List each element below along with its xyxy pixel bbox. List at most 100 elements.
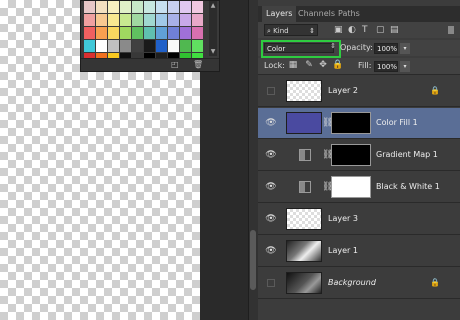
layer-name[interactable]: Background [328,277,376,289]
color-swatch[interactable] [144,27,155,39]
layer-row[interactable]: 👁 Layer 1 [258,236,460,267]
color-swatch[interactable] [96,40,107,52]
color-swatch[interactable] [180,14,191,26]
search-icon: ⌕ [267,27,271,35]
color-swatch[interactable] [192,40,203,52]
color-swatch[interactable] [144,14,155,26]
lock-brush-icon[interactable]: ✎ [304,60,314,70]
layer-name[interactable]: Black & White 1 [376,181,440,193]
color-swatch[interactable] [156,14,167,26]
lock-move-icon[interactable]: ✥ [318,60,328,70]
layer-mask-thumbnail[interactable] [331,144,371,166]
color-swatch[interactable] [168,1,179,13]
lock-row: Lock: ▦ ✎ ✥ 🔒 Fill: 100% ▾ [258,58,460,75]
color-swatch[interactable] [96,14,107,26]
color-swatch[interactable] [84,1,95,13]
lock-all-icon[interactable]: 🔒 [332,60,343,70]
swatches-scrollbar[interactable]: ▲ ▼ [209,1,217,56]
layer-mask-thumbnail[interactable] [331,176,371,198]
color-swatch[interactable] [144,40,155,52]
color-swatch[interactable] [84,40,95,52]
scroll-up-icon[interactable]: ▲ [210,2,216,9]
color-swatch[interactable] [156,40,167,52]
layer-name[interactable]: Layer 1 [328,245,358,257]
layer-thumbnail[interactable] [286,272,322,294]
layer-thumbnail[interactable] [286,208,322,230]
eye-icon[interactable]: 👁 [265,149,277,161]
new-swatch-icon[interactable]: ◰ [171,60,179,69]
color-swatch[interactable] [156,1,167,13]
color-swatch[interactable] [180,27,191,39]
layer-row[interactable]: 👁 ⛓ Gradient Map 1 [258,140,460,171]
color-swatch[interactable] [180,40,191,52]
scroll-down-icon[interactable]: ▼ [210,48,216,55]
fill-dropdown-icon[interactable]: ▾ [400,61,410,72]
layer-row[interactable]: 👁 ⛓ Black & White 1 [258,172,460,203]
layer-row[interactable]: 👁 ⛓ Color Fill 1 [258,108,460,139]
color-swatch[interactable] [108,27,119,39]
layer-name[interactable]: Layer 3 [328,213,358,225]
blend-mode-value: Color [264,43,334,53]
visibility-toggle[interactable] [267,87,275,95]
color-swatch[interactable] [84,27,95,39]
layer-mask-thumbnail[interactable] [331,112,371,134]
color-swatch[interactable] [168,14,179,26]
layer-name[interactable]: Color Fill 1 [376,117,418,129]
color-swatch[interactable] [180,1,191,13]
tab-paths[interactable]: Paths [334,6,364,22]
color-swatch[interactable] [120,14,131,26]
eye-icon[interactable]: 👁 [265,117,277,129]
color-swatch[interactable] [108,1,119,13]
color-swatch[interactable] [192,14,203,26]
color-swatch[interactable] [132,14,143,26]
color-swatch[interactable] [144,1,155,13]
lock-transparent-icon[interactable]: ▦ [288,60,298,70]
blend-mode-select[interactable]: Color ⇕ [261,40,341,58]
tab-layers[interactable]: Layers [262,6,297,22]
color-swatch[interactable] [156,27,167,39]
scrollbar-thumb[interactable] [250,230,256,290]
smart-object-filter-icon[interactable]: ▤ [390,24,399,36]
layer-name[interactable]: Gradient Map 1 [376,149,438,161]
color-swatch[interactable] [192,1,203,13]
color-swatch[interactable] [132,40,143,52]
layer-row[interactable]: Background 🔒 [258,268,460,299]
layer-thumbnail[interactable] [286,80,322,102]
color-swatch[interactable] [132,1,143,13]
eye-icon[interactable]: 👁 [265,245,277,257]
color-swatch[interactable] [120,40,131,52]
eye-icon[interactable]: 👁 [265,181,277,193]
color-swatch[interactable] [168,40,179,52]
color-swatch[interactable] [108,14,119,26]
color-swatch[interactable] [132,27,143,39]
fill-label: Fill: [358,61,372,70]
filter-kind-select[interactable]: ⌕ Kind ⇕ [264,24,318,36]
layer-thumbnail[interactable] [286,240,322,262]
color-swatch[interactable] [108,40,119,52]
color-swatch[interactable] [120,1,131,13]
chevron-updown-icon: ⇕ [330,42,336,50]
color-swatch[interactable] [168,27,179,39]
swatches-panel: ▲ ▼ ◰ 🗑 [80,0,220,72]
tab-channels[interactable]: Channels [294,6,339,22]
color-swatch[interactable] [96,1,107,13]
color-swatch[interactable] [96,27,107,39]
fill-input[interactable]: 100% [374,61,398,72]
layer-row[interactable]: Layer 2 🔒 [258,76,460,107]
filter-toggle[interactable] [448,26,454,34]
trash-icon[interactable]: 🗑 [193,60,203,69]
color-swatch[interactable] [192,27,203,39]
opacity-input[interactable]: 100% [374,43,398,54]
adjustment-filter-icon[interactable]: ◐ [348,24,356,36]
color-swatch[interactable] [84,14,95,26]
visibility-toggle[interactable] [267,279,275,287]
shape-filter-icon[interactable]: ▢ [376,24,385,36]
eye-icon[interactable]: 👁 [265,213,277,225]
opacity-dropdown-icon[interactable]: ▾ [400,43,410,54]
color-swatch[interactable] [120,27,131,39]
layer-thumbnail[interactable] [286,112,322,134]
layer-row[interactable]: 👁 Layer 3 [258,204,460,235]
layer-name[interactable]: Layer 2 [328,85,358,97]
type-filter-icon[interactable]: T [362,24,368,36]
image-filter-icon[interactable]: ▣ [334,24,343,36]
